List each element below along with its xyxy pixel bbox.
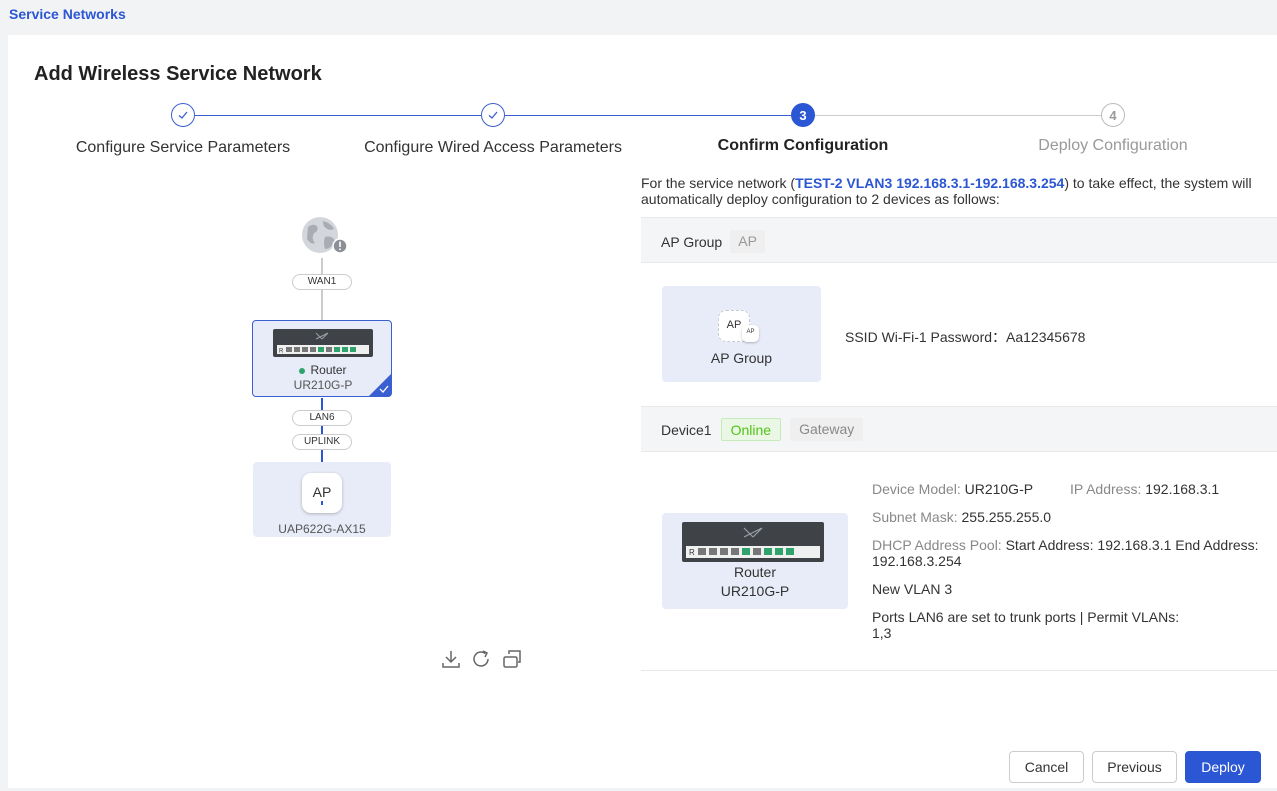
fit-view-icon[interactable] xyxy=(501,648,523,670)
previous-button[interactable]: Previous xyxy=(1092,751,1177,783)
step-connector-3 xyxy=(815,115,1101,116)
step-3-number: 3 xyxy=(791,103,815,127)
intro-text: For the service network (TEST-2 VLAN3 19… xyxy=(641,175,1252,207)
wan1-tag: WAN1 xyxy=(292,274,352,290)
ports-trunk-row: Ports LAN6 are set to trunk ports | Perm… xyxy=(872,609,1180,641)
breadcrumb-service-networks[interactable]: Service Networks xyxy=(9,6,126,22)
ap-node[interactable]: AP UAP622G-AX15 xyxy=(253,462,391,537)
internet-globe-icon xyxy=(299,215,348,257)
step-4-number: 4 xyxy=(1101,103,1125,127)
device-router-port-r-label: R xyxy=(689,548,695,557)
step-4-label: Deploy Configuration xyxy=(1038,137,1188,154)
device-router-card: R Router UR210G-P xyxy=(662,513,848,609)
ssid-password-text: SSID Wi-Fi-1 Password：Aa12345678 xyxy=(845,329,1086,345)
step-2-check-icon xyxy=(481,103,505,127)
gateway-role-tag: Gateway xyxy=(790,418,864,441)
ap-group-header-label: AP Group xyxy=(661,233,723,250)
cancel-button[interactable]: Cancel xyxy=(1009,751,1084,783)
ap-group-icon: AP AP xyxy=(718,310,759,344)
online-dot-icon xyxy=(299,367,306,374)
refresh-icon[interactable] xyxy=(470,648,492,670)
online-status-tag: Online xyxy=(720,418,782,441)
lan-link-line xyxy=(321,398,323,462)
network-name: TEST-2 VLAN3 192.168.3.1-192.168.3.254 xyxy=(795,175,1065,191)
router-node[interactable]: R Router UR210G-P xyxy=(252,320,392,397)
uplink-tag: UPLINK xyxy=(292,434,352,450)
step-2-label: Configure Wired Access Parameters xyxy=(364,139,622,156)
step-3-label: Confirm Configuration xyxy=(717,137,889,154)
step-connector-2 xyxy=(505,115,791,116)
download-icon[interactable] xyxy=(440,648,462,670)
deploy-button[interactable]: Deploy xyxy=(1185,751,1261,783)
page-title: Add Wireless Service Network xyxy=(34,63,322,85)
ip-address-row: IP Address: 192.168.3.1 xyxy=(1070,481,1220,497)
device-model-row: Device Model: UR210G-P xyxy=(872,481,1034,497)
router-device-icon: R xyxy=(272,327,374,359)
device-router-icon: R xyxy=(680,520,826,564)
device-header-label: Device1 xyxy=(661,421,712,438)
ap-group-section-header: AP Group AP xyxy=(641,217,1277,263)
device-card-model: UR210G-P xyxy=(720,583,790,599)
step-1-check-icon xyxy=(171,103,195,127)
ap-model: UAP622G-AX15 xyxy=(278,522,366,536)
new-vlan-row: New VLAN 3 xyxy=(872,581,953,597)
ap-group-card-label: AP Group xyxy=(710,350,773,366)
ap-type-tag: AP xyxy=(730,230,765,253)
device-section-header: Device1 Online Gateway xyxy=(641,406,1277,452)
ap-group-card: AP AP AP Group xyxy=(662,286,821,382)
step-1-label: Configure Service Parameters xyxy=(75,139,291,156)
lan6-tag: LAN6 xyxy=(292,410,352,426)
device-card-label: Router xyxy=(733,564,777,580)
ap-device-icon: AP xyxy=(302,473,342,513)
dhcp-pool-row: DHCP Address Pool: Start Address: 192.16… xyxy=(872,537,1259,569)
router-port-r-label: R xyxy=(279,349,284,355)
subnet-mask-row: Subnet Mask: 255.255.255.0 xyxy=(872,509,1052,525)
step-connector-1 xyxy=(195,115,481,116)
